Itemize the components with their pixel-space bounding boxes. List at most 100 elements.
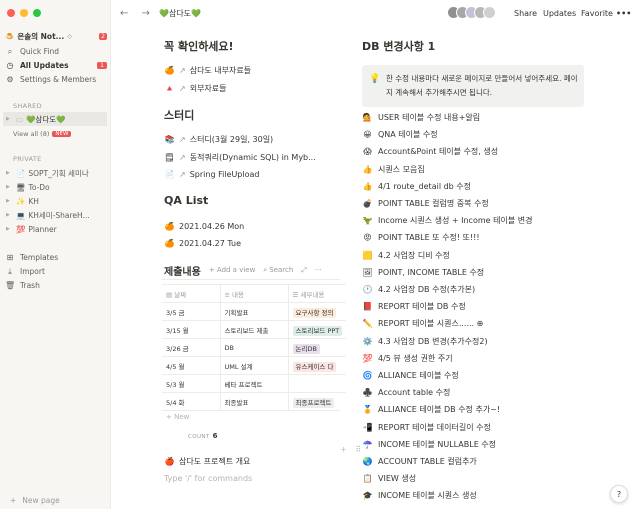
import-button[interactable]: ⤓ Import [5,265,107,278]
db-change-page-link[interactable]: 📋 VIEW 생성 [362,473,417,484]
db-change-page-link[interactable]: ☂️ INCOME 테이블 NULLABLE 수정 [362,439,497,450]
block-handle[interactable]: + ⠿ [340,445,364,454]
detail-cell[interactable]: 스토리보드 PPT [287,320,347,339]
link-study[interactable]: 📚 ↗ 스터디(3월 29일, 30일) [164,134,274,145]
link-internal-docs[interactable]: 🍊 ↗ 삼다도 내부자료들 [164,65,252,76]
templates-button[interactable]: ⊞ Templates [5,251,107,264]
new-page-button[interactable]: + New page [10,496,60,505]
sidebar-item-sopt[interactable]: ▶ 📄 SOPT_기획 세미나 [3,166,107,180]
table-row[interactable]: 3/15 월 스토리보드 제출 스토리보드 PPT [162,320,347,339]
db-change-page-link[interactable]: 🖼 POINT, INCOME TABLE 수정 [362,267,484,278]
db-change-page-link[interactable]: ⚙️ 4.3 사업장 DB 변경(추가수정2) [362,336,488,347]
more-options-button[interactable]: ••• [616,9,631,18]
qa-item[interactable]: 🍊 2021.04.26 Mon [164,222,245,231]
date-cell[interactable]: 4/5 월 [162,356,220,375]
detail-cell[interactable] [287,374,347,393]
qa-item[interactable]: 🍊 2021.04.27 Tue [164,239,242,248]
table-row[interactable]: 5/3 월 베타 프로젝트 [162,374,347,393]
db-change-page-link[interactable]: 😡 POINT TABLE 또 수정! 또!!! [362,232,479,243]
db-change-page-link[interactable]: 📲 REPORT 테이블 데이터길이 수정 [362,422,491,433]
db-change-page-link[interactable]: 🌀 ALLIANCE 테이블 수정 [362,370,459,381]
sidebar-item-kh-share[interactable]: ▶ 💻 KH세미-ShareH... [3,208,107,222]
link-spring-fileupload[interactable]: 📄 ↗ Spring FileUpload [164,170,260,179]
column-header-content[interactable]: ≡ 내용 [219,284,288,303]
date-cell[interactable]: 3/15 월 [162,320,220,339]
db-change-page-link[interactable]: ♣️ Account table 수정 [362,387,451,398]
db-change-page-link[interactable]: 🕐 4.2 사업장 DB 수정(추가본) [362,284,476,295]
db-change-page-link[interactable]: 😱 Account&Point 테이블 수정, 생성 [362,146,498,157]
link-dynamic-sql[interactable]: 🗒 ↗ 동적쿼리(Dynamic SQL) in Myb... [164,152,315,163]
help-button[interactable]: ? [610,485,628,503]
db-change-page-link[interactable]: 📕 REPORT 테이블 DB 수정 [362,301,466,312]
updates-button[interactable]: Updates [543,9,576,18]
command-placeholder[interactable]: Type '/' for commands [164,474,252,483]
expand-triangle-icon[interactable]: ▶ [6,198,13,204]
expand-triangle-icon[interactable]: ▶ [6,116,13,122]
table-row[interactable]: 3/5 금 기획발표 요구사항 정의 [162,302,347,321]
expand-triangle-icon[interactable]: ▶ [6,170,13,176]
db-change-page-link[interactable]: 💣 POINT TABLE 컬럼명 중복 수정 [362,198,489,209]
detail-cell[interactable]: 최종프로젝트 [287,392,347,411]
favorite-button[interactable]: Favorite [581,9,613,18]
back-forward-arrows[interactable]: ← → [120,8,155,19]
expand-triangle-icon[interactable]: ▶ [6,184,13,190]
sidebar-item-samdado[interactable]: ▶ ▭ 💚삼다도💚 [3,112,107,126]
date-cell[interactable]: 3/5 금 [162,302,220,321]
table-row[interactable]: 5/4 화 최종발표 최종프로젝트 [162,392,347,411]
content-cell[interactable]: 스토리보드 제출 [219,320,288,339]
date-cell[interactable]: 5/3 월 [162,374,220,393]
close-window-icon[interactable] [7,9,15,17]
overview-page-link[interactable]: 🍎 삼다도 프로젝트 개요 [164,456,251,467]
expand-icon[interactable]: ⤢ [301,266,307,275]
db-change-page-link[interactable]: 👍 시퀀스 모음집 [362,164,425,175]
workspace-switcher[interactable]: 🍮 은솔의 Not... ◇ 2 [5,29,107,43]
date-cell[interactable]: 3/26 금 [162,338,220,357]
content-cell[interactable]: UML 설계 [219,356,288,375]
content-cell[interactable]: 베타 프로젝트 [219,374,288,393]
link-external-docs[interactable]: 🔺 ↗ 외부자료들 [164,83,227,94]
db-change-page-link[interactable]: 💯 4/5 뷰 생성 권한 주기 [362,353,453,364]
zoom-window-icon[interactable] [33,9,41,17]
add-view-button[interactable]: + Add a view [209,266,256,274]
detail-cell[interactable]: 유스케이스 다 [287,356,347,375]
trash-button[interactable]: 🗑 Trash [5,279,107,292]
column-header-detail[interactable]: ☰ 세부내용 [287,284,347,303]
db-change-page-link[interactable]: 🌏 ACCOUNT TABLE 컬럼추가 [362,456,477,467]
db-change-page-link[interactable]: 🎓 INCOME 테이블 시퀀스 생성 [362,490,477,501]
date-cell[interactable]: 5/4 화 [162,392,220,411]
detail-cell[interactable]: 논리DB [287,338,347,357]
detail-cell[interactable]: 요구사항 정의 [287,302,347,321]
more-icon[interactable]: ··· [315,266,322,274]
share-button[interactable]: Share [514,9,537,18]
collaborator-avatars[interactable] [447,6,496,19]
db-change-page-link[interactable]: 😀 QNA 테이블 수정 [362,129,437,140]
search-button[interactable]: ⌕ Search [263,266,293,275]
database-title[interactable]: 제출내용 [164,263,201,278]
content-cell[interactable]: DB [219,338,288,357]
db-change-page-link[interactable]: 💁 USER 테이블 수정 내용+알림 [362,112,481,123]
expand-triangle-icon[interactable]: ▶ [6,212,13,218]
db-change-page-link[interactable]: 🟨 4.2 사업장 디비 수정 [362,250,450,261]
settings-button[interactable]: ⚙ Settings & Members [5,73,107,86]
db-change-page-link[interactable]: 🦖 Income 시퀀스 생성 + Income 테이블 변경 [362,215,533,226]
table-row[interactable]: 3/26 금 DB 논리DB [162,338,347,357]
new-row-button[interactable]: + New [166,413,189,421]
content-cell[interactable]: 기획발표 [219,302,288,321]
db-change-page-link[interactable]: 🏅 ALLIANCE 테이블 DB 수정 추가~! [362,404,501,415]
table-row[interactable]: 4/5 월 UML 설계 유스케이스 다 [162,356,347,375]
all-updates-button[interactable]: ◷ All Updates 1 [5,59,107,72]
db-change-page-link[interactable]: 👍 4/1 route_detail db 수정 [362,181,472,192]
content-cell[interactable]: 최종발표 [219,392,288,411]
sidebar-item-kh[interactable]: ▶ ✨ KH [3,194,107,208]
view-all-link[interactable]: View all (8) NEW [13,130,72,138]
page-link-label: 4.2 사업장 디비 수정 [378,250,450,260]
column-header-date[interactable]: ▤ 날짜 [162,284,220,303]
db-change-page-link[interactable]: ✏️ REPORT 테이블 시퀀스...... ⊕ [362,318,484,329]
expand-triangle-icon[interactable]: ▶ [6,226,13,232]
breadcrumb[interactable]: 💚삼다도💚 [159,8,201,19]
count-summary[interactable]: COUNT 6 [188,432,218,440]
quick-find-button[interactable]: ⌕ Quick Find [5,45,107,58]
minimize-window-icon[interactable] [20,9,28,17]
sidebar-item-todo[interactable]: ▶ 🖥 To-Do [3,180,107,194]
sidebar-item-planner[interactable]: ▶ 💯 Planner [3,222,107,236]
